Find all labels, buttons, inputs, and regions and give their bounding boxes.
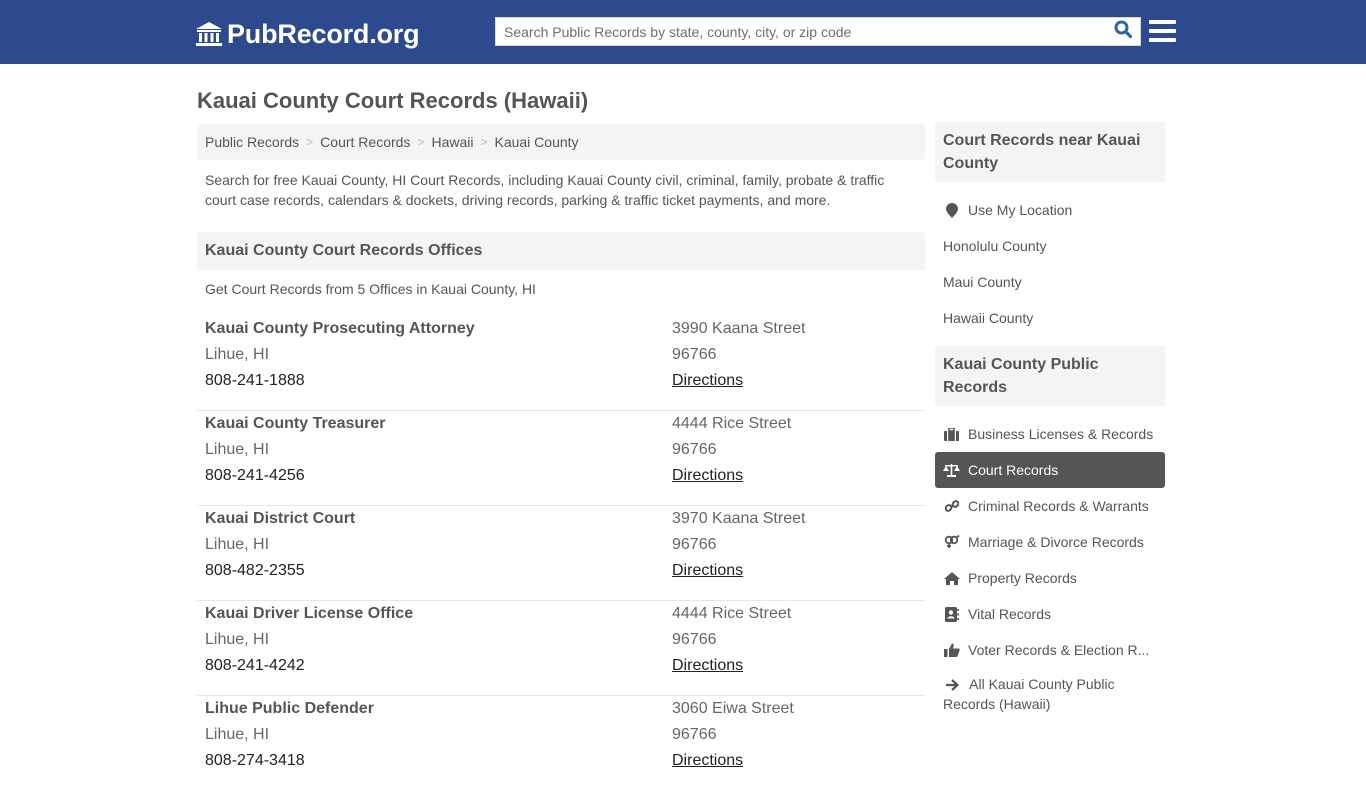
breadcrumb: Public Records > Court Records > Hawaii …	[197, 124, 925, 160]
office-city: Lihue, HI	[205, 631, 270, 648]
sidebar-item-property-records[interactable]: Property Records	[935, 560, 1165, 596]
use-my-location-label: Use My Location	[968, 202, 1073, 218]
office-zip: 96766	[672, 631, 717, 648]
office-item: Kauai County Treasurer Lihue, HI 808-241…	[197, 411, 925, 506]
office-city: Lihue, HI	[205, 441, 270, 458]
site-logo[interactable]: PubRecord.org	[195, 18, 420, 50]
office-city: Lihue, HI	[205, 726, 270, 743]
page-title: Kauai County Court Records (Hawaii)	[197, 88, 589, 113]
office-name[interactable]: Lihue Public Defender	[205, 696, 374, 722]
sidebar-item-voter-records[interactable]: Voter Records & Election R...	[935, 632, 1165, 668]
all-public-records-label: All Kauai County Public Records (Hawaii)	[943, 676, 1115, 712]
sidebar-item-label: Court Records	[968, 462, 1059, 478]
office-phone[interactable]: 808-241-4256	[205, 463, 386, 489]
nearby-county-link[interactable]: Maui County	[935, 264, 1165, 300]
office-address: 4444 Rice Street	[672, 605, 792, 622]
all-public-records-link[interactable]: All Kauai County Public Records (Hawaii)	[935, 668, 1165, 714]
office-item: Lihue Public Defender Lihue, HI 808-274-…	[197, 696, 925, 791]
sidebar-item-label: Property Records	[968, 570, 1077, 586]
office-phone[interactable]: 808-482-2355	[205, 558, 355, 584]
venus-mars-icon	[943, 534, 960, 550]
office-zip: 96766	[672, 441, 717, 458]
directions-link[interactable]: Directions	[672, 368, 805, 394]
menu-bar	[1149, 20, 1176, 24]
map-marker-icon	[943, 202, 960, 218]
hamburger-menu-icon[interactable]	[1149, 18, 1176, 44]
briefcase-icon	[943, 426, 960, 442]
arrow-right-icon	[943, 677, 960, 693]
sidebar-item-marriage-divorce[interactable]: Marriage & Divorce Records	[935, 524, 1165, 560]
office-name[interactable]: Kauai County Prosecuting Attorney	[205, 316, 475, 342]
directions-link[interactable]: Directions	[672, 558, 805, 584]
address-book-icon	[943, 606, 960, 622]
balance-scale-icon	[943, 462, 960, 478]
search-bar	[495, 17, 1141, 46]
offices-count-text: Get Court Records from 5 Offices in Kaua…	[205, 281, 536, 297]
breadcrumb-court-records[interactable]: Court Records	[320, 134, 410, 150]
office-address: 3060 Eiwa Street	[672, 700, 794, 717]
sidebar: Court Records near Kauai County Use My L…	[935, 122, 1165, 724]
sidebar-item-business-licenses[interactable]: Business Licenses & Records	[935, 416, 1165, 452]
nearby-county-link[interactable]: Honolulu County	[935, 228, 1165, 264]
sidebar-item-label: Marriage & Divorce Records	[968, 534, 1144, 550]
office-name[interactable]: Kauai Driver License Office	[205, 601, 413, 627]
office-name[interactable]: Kauai County Treasurer	[205, 411, 386, 437]
nearby-section-title: Court Records near Kauai County	[935, 122, 1165, 182]
home-icon	[943, 570, 960, 586]
intro-description: Search for free Kauai County, HI Court R…	[205, 172, 885, 208]
breadcrumb-separator: >	[306, 135, 314, 149]
directions-link[interactable]: Directions	[672, 463, 791, 489]
sidebar-item-label: Vital Records	[968, 606, 1052, 622]
use-my-location-link[interactable]: Use My Location	[935, 192, 1165, 228]
office-city: Lihue, HI	[205, 346, 270, 363]
office-zip: 96766	[672, 726, 717, 743]
search-icon	[1114, 20, 1133, 43]
nearby-list: Use My Location Honolulu County Maui Cou…	[935, 192, 1165, 336]
offices-list: Kauai County Prosecuting Attorney Lihue,…	[197, 316, 925, 791]
office-phone[interactable]: 808-274-3418	[205, 748, 374, 774]
breadcrumb-separator: >	[480, 135, 488, 149]
search-input[interactable]	[496, 18, 1106, 45]
thumbs-up-icon	[943, 642, 960, 658]
office-item: Kauai Driver License Office Lihue, HI 80…	[197, 601, 925, 696]
breadcrumb-kauai-county[interactable]: Kauai County	[494, 134, 578, 150]
sidebar-item-label: Business Licenses & Records	[968, 426, 1154, 442]
breadcrumb-hawaii[interactable]: Hawaii	[431, 134, 473, 150]
link-icon	[943, 498, 960, 514]
top-navigation-bar: PubRecord.org	[0, 0, 1366, 64]
office-address: 3990 Kaana Street	[672, 320, 806, 337]
office-phone[interactable]: 808-241-1888	[205, 368, 475, 394]
offices-section-title: Kauai County Court Records Offices	[197, 232, 925, 270]
search-button[interactable]	[1106, 18, 1140, 45]
office-phone[interactable]: 808-241-4242	[205, 653, 413, 679]
office-city: Lihue, HI	[205, 536, 270, 553]
sidebar-item-label: Voter Records & Election R...	[968, 642, 1150, 658]
public-records-list: Business Licenses & Records Court Record…	[935, 416, 1165, 714]
institution-icon	[195, 21, 223, 47]
office-name[interactable]: Kauai District Court	[205, 506, 355, 532]
office-item: Kauai District Court Lihue, HI 808-482-2…	[197, 506, 925, 601]
logo-text: PubRecord.org	[227, 18, 420, 49]
directions-link[interactable]: Directions	[672, 748, 794, 774]
office-zip: 96766	[672, 346, 717, 363]
public-records-section-title: Kauai County Public Records	[935, 346, 1165, 406]
nearby-county-link[interactable]: Hawaii County	[935, 300, 1165, 336]
office-address: 4444 Rice Street	[672, 415, 792, 432]
sidebar-item-court-records[interactable]: Court Records	[935, 452, 1165, 488]
menu-bar	[1149, 29, 1176, 33]
directions-link[interactable]: Directions	[672, 653, 791, 679]
office-zip: 96766	[672, 536, 717, 553]
sidebar-item-label: Criminal Records & Warrants	[968, 498, 1149, 514]
breadcrumb-separator: >	[417, 135, 425, 149]
office-address: 3970 Kaana Street	[672, 510, 806, 527]
sidebar-item-vital-records[interactable]: Vital Records	[935, 596, 1165, 632]
office-item: Kauai County Prosecuting Attorney Lihue,…	[197, 316, 925, 411]
menu-bar	[1149, 38, 1176, 42]
sidebar-item-criminal-records[interactable]: Criminal Records & Warrants	[935, 488, 1165, 524]
breadcrumb-public-records[interactable]: Public Records	[205, 134, 299, 150]
